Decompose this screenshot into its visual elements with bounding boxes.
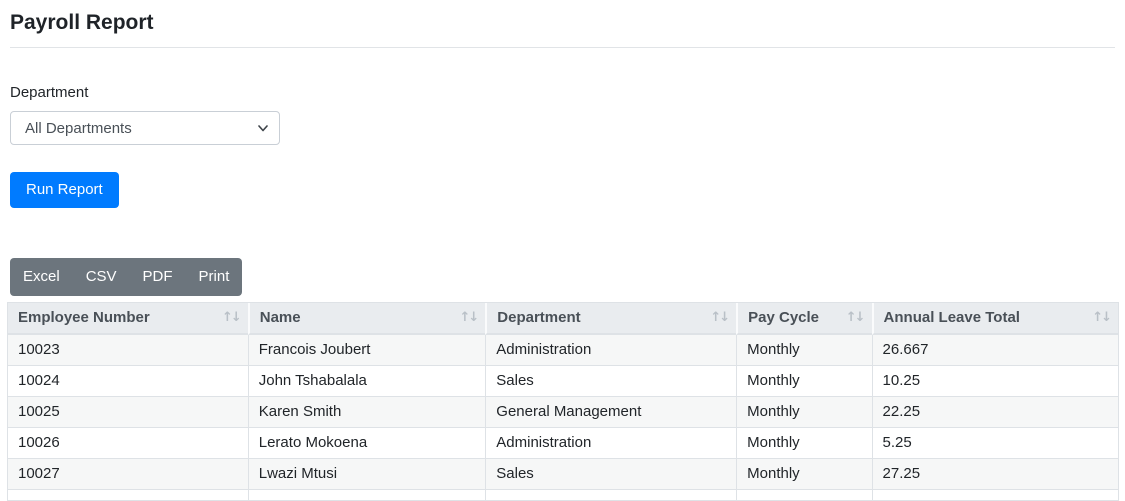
payroll-report-page: Payroll Report Department All Department…: [0, 0, 1125, 501]
cell-pay-cycle: Monthly: [736, 396, 872, 427]
cell-employee-number: 10027: [8, 458, 248, 489]
table-header-row: ↑↓ Employee Number ↑↓ Name ↑↓ Department: [8, 303, 1118, 335]
table-row: 10024 John Tshabalala Sales Monthly 10.2…: [8, 365, 1118, 396]
column-header-label: Employee Number: [18, 309, 150, 326]
page-title: Payroll Report: [10, 11, 154, 34]
table-row: 10023 Francois Joubert Administration Mo…: [8, 335, 1118, 365]
divider: [10, 47, 1115, 48]
cell-pay-cycle: [736, 489, 872, 500]
run-report-button[interactable]: Run Report: [10, 172, 119, 208]
export-button[interactable]: CSV: [73, 258, 130, 296]
column-header[interactable]: ↑↓ Name: [247, 303, 486, 335]
table-row: 10025 Karen Smith General Management Mon…: [8, 396, 1118, 427]
sort-icon: ↑↓: [710, 310, 730, 325]
sort-icon: ↑↓: [845, 310, 866, 325]
column-header-label: Pay Cycle: [748, 309, 820, 326]
table-row: 10026 Lerato Mokoena Administration Mont…: [8, 427, 1118, 458]
column-header-label: Annual Leave Total: [883, 309, 1020, 326]
table-row: 10027 Lwazi Mtusi Sales Monthly 27.25: [8, 458, 1118, 489]
export-button-group: Excel CSV PDF Print: [10, 258, 243, 296]
cell-department: Administration: [485, 335, 736, 365]
cell-name: Karen Smith: [247, 396, 486, 427]
department-select[interactable]: All Departments: [10, 111, 280, 145]
export-button[interactable]: Print: [186, 258, 243, 296]
column-header[interactable]: ↑↓ Annual Leave Total: [871, 303, 1118, 335]
cell-employee-number: 10025: [8, 396, 248, 427]
cell-pay-cycle: Monthly: [736, 335, 871, 365]
cell-employee-number: 10024: [8, 365, 248, 396]
cell-annual-leave-total: 26.667: [871, 335, 1118, 365]
cell-name: Francois Joubert: [247, 335, 486, 365]
cell-name: [247, 489, 486, 500]
column-header-label: Name: [259, 309, 301, 326]
cell-name: Lwazi Mtusi: [247, 458, 486, 489]
sort-icon: ↑↓: [221, 310, 242, 325]
cell-annual-leave-total: [871, 489, 1118, 500]
department-select-wrap: All Departments: [10, 111, 280, 145]
cell-annual-leave-total: 27.25: [871, 458, 1118, 489]
cell-employee-number: 10026: [8, 427, 248, 458]
cell-employee-number: 10023: [18, 341, 60, 358]
column-header[interactable]: ↑↓ Employee Number: [8, 303, 248, 335]
table-row: [8, 489, 1118, 500]
cell-department: Administration: [485, 427, 737, 458]
cell-department: General Management: [485, 396, 737, 427]
cell-department: Sales: [485, 458, 737, 489]
cell-name: John Tshabalala: [247, 365, 486, 396]
cell-employee-number: [8, 489, 248, 500]
export-button[interactable]: Excel: [10, 258, 73, 296]
cell-pay-cycle: Monthly: [736, 427, 872, 458]
column-header[interactable]: ↑↓ Pay Cycle: [736, 303, 872, 335]
cell-department: Sales: [485, 365, 737, 396]
cell-name: Lerato Mokoena: [247, 427, 486, 458]
sort-icon: ↑↓: [1092, 310, 1112, 325]
cell-annual-leave-total: 22.25: [871, 396, 1118, 427]
department-label: Department: [10, 84, 89, 101]
export-button[interactable]: PDF: [130, 258, 186, 296]
cell-pay-cycle: Monthly: [736, 365, 872, 396]
cell-annual-leave-total: 5.25: [871, 427, 1118, 458]
column-header[interactable]: ↑↓ Department: [485, 303, 737, 335]
cell-annual-leave-total: 10.25: [871, 365, 1118, 396]
cell-department: [485, 489, 737, 500]
payroll-table: ↑↓ Employee Number ↑↓ Name ↑↓ Department: [7, 302, 1119, 501]
column-header-label: Department: [497, 309, 581, 326]
sort-icon: ↑↓: [459, 310, 479, 325]
cell-pay-cycle: Monthly: [736, 458, 872, 489]
